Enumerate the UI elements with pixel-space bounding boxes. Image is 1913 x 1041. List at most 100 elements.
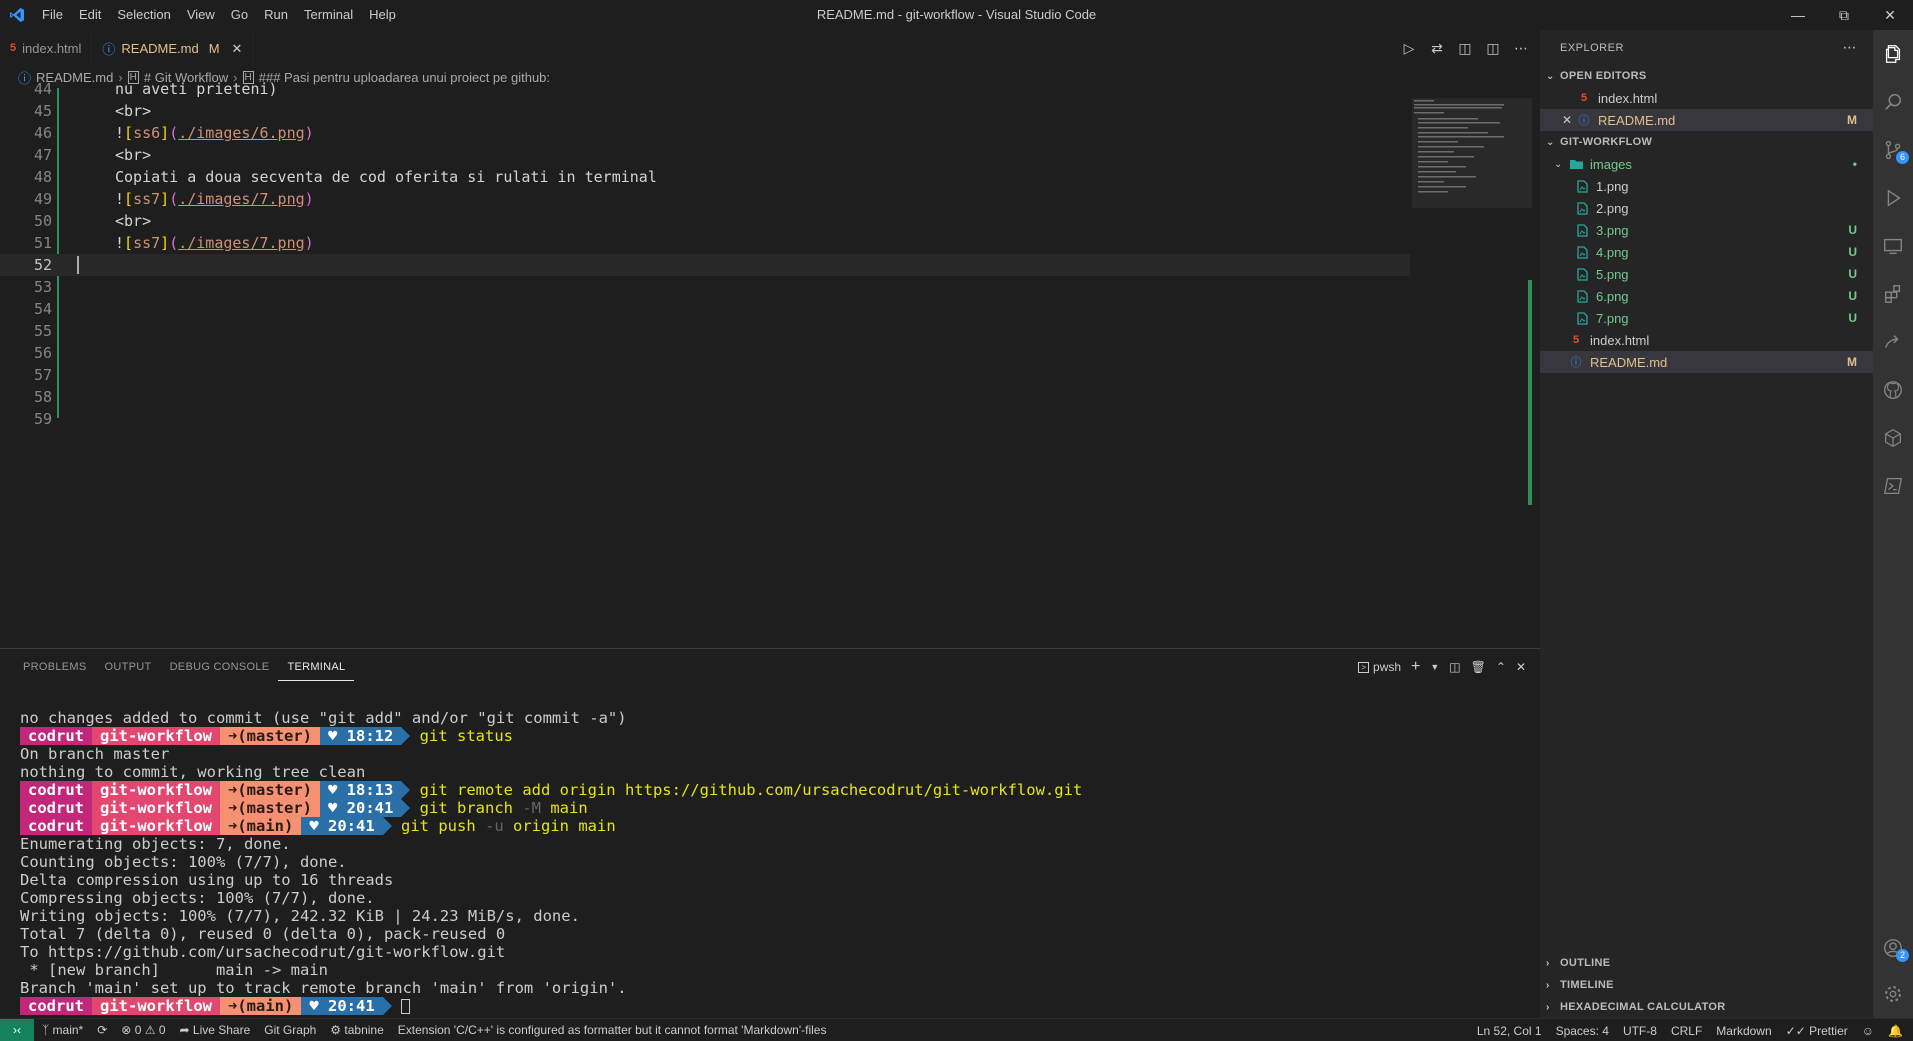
problems-indicator[interactable]: ⊗ 0 ⚠ 0 xyxy=(121,1023,165,1037)
branch-indicator[interactable]: ᛉ main* xyxy=(42,1023,83,1037)
menu-item-file[interactable]: File xyxy=(34,0,71,30)
tree-file[interactable]: 5.png U xyxy=(1540,263,1873,285)
tab-debug-console[interactable]: DEBUG CONSOLE xyxy=(161,649,279,685)
menu-item-view[interactable]: View xyxy=(179,0,223,30)
line-number: 57 xyxy=(33,366,52,384)
more-actions-icon[interactable]: ⋯ xyxy=(1512,40,1530,57)
gear-icon[interactable] xyxy=(1873,974,1913,1014)
tab-label: index.html xyxy=(22,40,82,56)
section-timeline[interactable]: › TIMELINE xyxy=(1540,974,1873,996)
language-mode[interactable]: Markdown xyxy=(1716,1024,1771,1038)
feedback-icon[interactable]: ☺ xyxy=(1862,1024,1874,1038)
minimap-slider[interactable] xyxy=(1412,98,1532,208)
run-icon[interactable]: ▷ xyxy=(1400,40,1418,57)
end-of-line[interactable]: CRLF xyxy=(1671,1024,1702,1038)
extensions-icon[interactable] xyxy=(1873,274,1913,314)
git-graph-status[interactable]: Git Graph xyxy=(264,1023,316,1037)
line-number: 48 xyxy=(33,168,52,186)
tree-file[interactable]: 4.png U xyxy=(1540,241,1873,263)
menu-item-edit[interactable]: Edit xyxy=(71,0,109,30)
tree-folder[interactable]: ⌄ images • xyxy=(1540,153,1873,175)
close-window-icon[interactable]: ✕ xyxy=(1867,0,1913,30)
tab-readme-md[interactable]: ⓘ README.md M ✕ xyxy=(92,30,254,66)
section-open-editors[interactable]: ⌄ OPEN EDITORS xyxy=(1540,65,1873,87)
section-hexadecimal-calculator[interactable]: › HEXADECIMAL CALCULATOR xyxy=(1540,996,1873,1018)
tab-index-html[interactable]: 5 index.html xyxy=(0,30,93,66)
explorer-icon[interactable] xyxy=(1873,34,1913,74)
prompt-branch: ➜(master) xyxy=(219,727,320,745)
section-outline[interactable]: › OUTLINE xyxy=(1540,952,1873,974)
prettier-status[interactable]: ✓✓ Prettier xyxy=(1786,1024,1848,1038)
menu-item-help[interactable]: Help xyxy=(361,0,404,30)
remote-indicator-icon[interactable]: ›‹ xyxy=(0,1018,34,1041)
tabnine-status[interactable]: ⚙ tabnine xyxy=(330,1023,383,1037)
open-changes-icon[interactable]: ⇄ xyxy=(1428,40,1446,57)
powershell-icon[interactable] xyxy=(1873,466,1913,506)
maximize-panel-icon[interactable]: ⌃ xyxy=(1496,660,1506,674)
terminal-output-line: nothing to commit, working tree clean xyxy=(20,763,366,781)
github-icon[interactable] xyxy=(1873,370,1913,410)
tree-file[interactable]: 6.png U xyxy=(1540,285,1873,307)
open-editor-item[interactable]: ✕ ⓘ README.md M xyxy=(1540,109,1873,131)
menu-item-run[interactable]: Run xyxy=(256,0,296,30)
live-share-status[interactable]: ➦ Live Share xyxy=(180,1023,251,1037)
split-terminal-icon[interactable]: ◫ xyxy=(1449,660,1460,674)
error-count: 0 xyxy=(134,1023,142,1037)
code-editor[interactable]: 44 nu aveti prieteni) 45 <br> 46 ![ss6](./ima… xyxy=(0,80,1410,648)
file-label: 1.png xyxy=(1596,178,1629,194)
open-editor-item[interactable]: 5 index.html xyxy=(1540,87,1873,109)
git-status-badge: U xyxy=(1848,223,1857,237)
chevron-down-icon[interactable]: ▼ xyxy=(1430,662,1439,672)
image-link[interactable]: ./images/6.png xyxy=(178,124,304,142)
remote-explorer-icon[interactable] xyxy=(1873,226,1913,266)
sync-icon[interactable]: ⟳ xyxy=(97,1023,107,1037)
image-file-icon xyxy=(1574,311,1590,325)
close-panel-icon[interactable]: ✕ xyxy=(1516,660,1526,674)
source-control-icon[interactable]: 6 xyxy=(1873,130,1913,170)
encoding[interactable]: UTF-8 xyxy=(1623,1024,1657,1038)
indentation[interactable]: Spaces: 4 xyxy=(1556,1024,1609,1038)
close-tab-icon[interactable]: ✕ xyxy=(232,41,243,57)
section-git-workflow[interactable]: ⌄ GIT-WORKFLOW xyxy=(1540,131,1873,153)
tab-terminal[interactable]: TERMINAL xyxy=(278,654,355,681)
live-share-icon[interactable] xyxy=(1873,322,1913,362)
prompt-separator xyxy=(401,781,411,799)
trash-icon[interactable]: 🗑 xyxy=(1471,660,1486,674)
image-link[interactable]: ./images/7.png xyxy=(178,190,304,208)
run-debug-icon[interactable] xyxy=(1873,178,1913,218)
status-bar: ›‹ ᛉ main* ⟳ ⊗ 0 ⚠ 0 ➦ Live Share Git Gr… xyxy=(0,1018,1913,1041)
tree-file[interactable]: 1.png xyxy=(1540,175,1873,197)
tree-file[interactable]: 7.png U xyxy=(1540,307,1873,329)
more-actions-icon[interactable]: ⋯ xyxy=(1843,39,1858,56)
open-preview-icon[interactable]: ◫ xyxy=(1456,40,1474,57)
new-terminal-icon[interactable]: + xyxy=(1411,658,1420,676)
bell-icon[interactable]: 🔔 xyxy=(1888,1024,1903,1038)
command-text: git status xyxy=(419,727,513,745)
minimize-icon[interactable]: — xyxy=(1775,0,1821,30)
menu-item-selection[interactable]: Selection xyxy=(109,0,178,30)
time-text: 18:12 xyxy=(346,727,394,745)
prompt-branch: ➜(master) xyxy=(219,799,320,817)
menu-item-go[interactable]: Go xyxy=(223,0,256,30)
cursor-position[interactable]: Ln 52, Col 1 xyxy=(1477,1024,1542,1038)
section-label: OUTLINE xyxy=(1560,957,1611,969)
tree-file[interactable]: ⓘ README.md M xyxy=(1540,351,1873,373)
accounts-icon[interactable]: 2 xyxy=(1873,928,1913,968)
tree-file[interactable]: 2.png xyxy=(1540,197,1873,219)
terminal-output[interactable]: no changes added to commit (use "git add… xyxy=(20,709,1530,1015)
split-editor-icon[interactable]: ◫ xyxy=(1484,40,1502,57)
tab-problems[interactable]: PROBLEMS xyxy=(14,649,96,685)
text-cursor xyxy=(77,256,79,274)
image-link[interactable]: ./images/7.png xyxy=(178,234,304,252)
search-icon[interactable] xyxy=(1873,82,1913,122)
tree-file[interactable]: 5 index.html xyxy=(1540,329,1873,351)
close-icon[interactable]: ✕ xyxy=(1562,113,1576,127)
tree-file[interactable]: 3.png U xyxy=(1540,219,1873,241)
info-icon: ⓘ xyxy=(1570,357,1582,369)
cube-icon[interactable] xyxy=(1873,418,1913,458)
menu-item-terminal[interactable]: Terminal xyxy=(296,0,361,30)
tab-output[interactable]: OUTPUT xyxy=(96,649,161,685)
restore-icon[interactable]: ⧉ xyxy=(1821,0,1867,30)
terminal-selector[interactable]: > pwsh xyxy=(1358,660,1401,674)
status-message[interactable]: Extension 'C/C++' is configured as forma… xyxy=(398,1023,827,1037)
